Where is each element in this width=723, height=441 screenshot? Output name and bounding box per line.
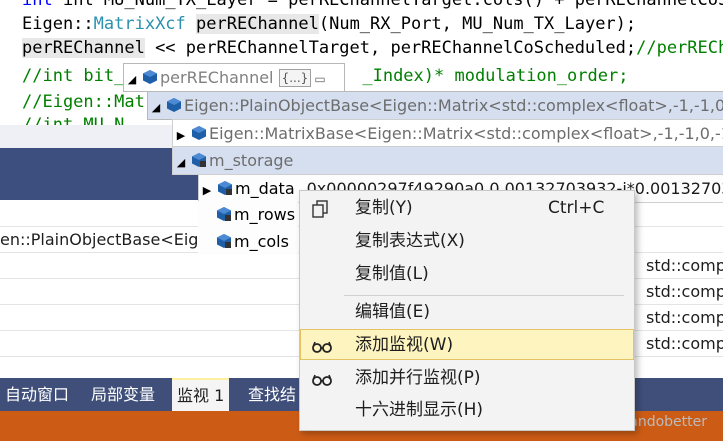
code-line-2: Eigen::MatrixXcf perREChannel(Num_RX_Por… xyxy=(22,14,637,34)
field-lock-icon xyxy=(216,230,231,248)
menu-separator xyxy=(344,295,624,296)
datatip-matrixbase-label: Eigen::MatrixBase<Eigen::Matrix<std::com… xyxy=(209,124,723,143)
tab-locals[interactable]: 局部变量 xyxy=(86,378,160,411)
menu-item-copy-value[interactable]: 复制值(L) xyxy=(301,259,633,290)
datatip-mcols-row[interactable]: m_cols xyxy=(198,228,298,255)
pin-icon[interactable]: ▭ xyxy=(314,72,325,86)
code-line-1: int int MU_Num_TX_Layer = perREChannelTa… xyxy=(22,0,723,10)
expand-arrow-icon[interactable]: ◢ xyxy=(173,149,189,174)
menu-item-edit-value[interactable]: 编辑值(E) xyxy=(301,297,633,328)
datatip-root[interactable]: ◢ perREChannel {...} ▭ xyxy=(123,63,345,92)
type-cell: std::comp xyxy=(646,308,723,327)
copy-icon xyxy=(311,199,333,219)
datatip-storage-label: m_storage xyxy=(209,151,294,170)
view-button[interactable]: {...} xyxy=(278,69,312,87)
datatip-storage-row[interactable]: ◢ m_storage xyxy=(172,146,723,175)
tab-watch-1[interactable]: 监视 1 xyxy=(172,378,230,411)
object-icon xyxy=(191,122,206,140)
collapse-arrow-icon[interactable]: ▶ xyxy=(199,177,215,202)
menu-item-hex-display[interactable]: 十六进制显示(H) xyxy=(301,395,633,426)
type-cell: std::comp xyxy=(646,334,723,353)
datatip-mdata-label: m_data xyxy=(235,179,295,198)
datatip-matrixbase-row[interactable]: ▶ Eigen::MatrixBase<Eigen::Matrix<std::co… xyxy=(172,119,723,148)
menu-item-copy[interactable]: 复制(Y) Ctrl+C xyxy=(301,193,633,224)
tab-find-results[interactable]: 查找结 xyxy=(243,378,301,411)
code-line-3: perREChannel << perREChannelTarget, perR… xyxy=(22,38,723,58)
datatip-mcols-label: m_cols xyxy=(234,232,289,251)
glasses-icon xyxy=(311,369,333,389)
datatip-base-row[interactable]: ◢ Eigen::PlainObjectBase<Eigen::Matrix<st… xyxy=(147,91,723,120)
datatip-root-label: perREChannel xyxy=(160,68,274,87)
type-cell: std::comp xyxy=(646,256,723,275)
field-lock-icon xyxy=(216,203,231,221)
datatip-base-label: Eigen::PlainObjectBase<Eigen::Matrix<std… xyxy=(184,96,723,115)
code-line-5: //Eigen::Matr xyxy=(22,92,156,112)
menu-item-copy-expression[interactable]: 复制表达式(X) xyxy=(301,226,633,257)
object-icon xyxy=(142,66,157,84)
collapse-arrow-icon[interactable]: ▶ xyxy=(173,122,189,147)
type-cell: std::comp xyxy=(646,282,723,301)
datatip-mrows-label: m_rows xyxy=(234,205,296,224)
watch-row-name: en::PlainObjectBase<Eigen xyxy=(0,230,219,249)
code-line-6: //int MU_N xyxy=(22,115,125,125)
glasses-icon xyxy=(311,336,333,356)
expand-arrow-icon[interactable]: ◢ xyxy=(124,66,140,91)
field-lock-icon xyxy=(217,177,232,195)
context-menu: 复制(Y) Ctrl+C 复制表达式(X) 复制值(L) 编辑值(E) 添加监视… xyxy=(299,190,635,431)
datatip-mrows-row[interactable]: m_rows xyxy=(198,201,298,228)
menu-item-add-parallel-watch[interactable]: 添加并行监视(P) xyxy=(301,363,633,394)
tab-autos[interactable]: 自动窗口 xyxy=(0,378,74,411)
menu-item-add-watch[interactable]: 添加监视(W) xyxy=(300,329,634,360)
field-icon xyxy=(191,149,206,167)
object-icon xyxy=(166,94,181,112)
expand-arrow-icon[interactable]: ◢ xyxy=(148,94,164,119)
